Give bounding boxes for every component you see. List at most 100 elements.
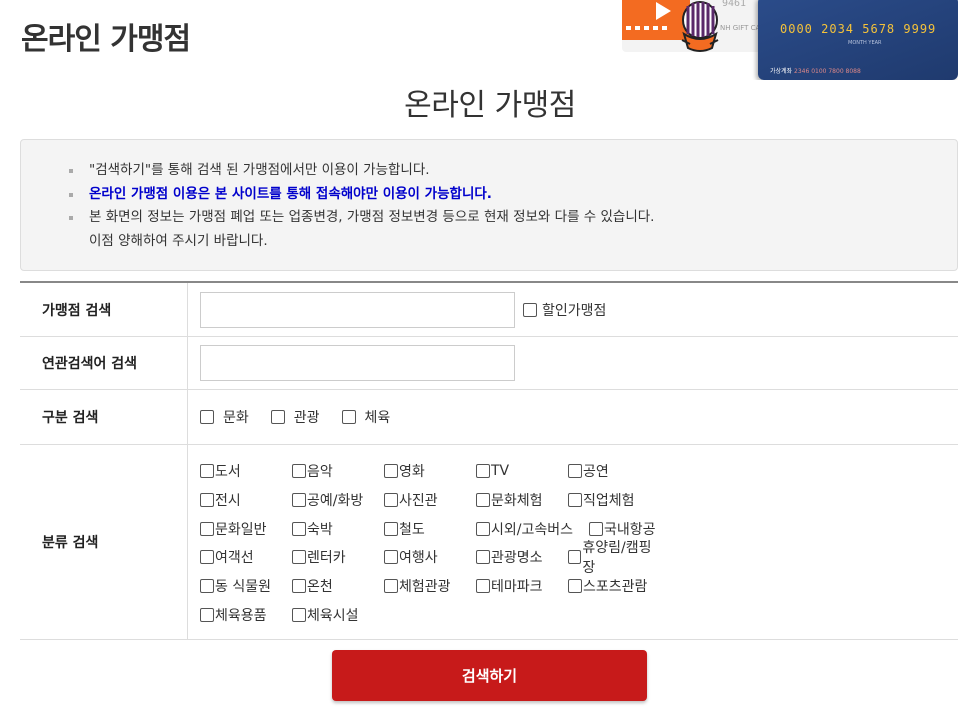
checkbox[interactable]	[200, 550, 214, 565]
category-option-label: 숙박	[307, 521, 333, 538]
category-option[interactable]: 문화일반	[200, 519, 292, 539]
checkbox[interactable]	[200, 521, 214, 536]
category-option[interactable]: 관광명소	[476, 547, 568, 567]
checkbox[interactable]	[200, 464, 214, 478]
category-option[interactable]: 숙박	[292, 519, 384, 539]
category-option[interactable]: 철도	[384, 519, 476, 539]
category-option[interactable]: 체육시설	[292, 605, 384, 625]
category-option-label: 테마파크	[491, 579, 543, 596]
category-option[interactable]: 국내항공	[589, 519, 681, 539]
category-option-label: 도서	[215, 464, 241, 480]
checkbox[interactable]	[292, 464, 306, 478]
checkbox[interactable]	[200, 607, 214, 622]
category-option[interactable]: 공연	[568, 461, 660, 481]
category-option[interactable]: 문화체험	[476, 490, 568, 510]
checkbox[interactable]	[384, 492, 398, 507]
category-option[interactable]: 렌터카	[292, 547, 384, 567]
checkbox[interactable]	[476, 579, 490, 594]
category-option[interactable]: 영화	[384, 461, 476, 481]
store-search-input[interactable]	[200, 291, 515, 328]
notice-box: "검색하기"를 통해 검색 된 가맹점에서만 이용이 가능합니다. 온라인 가맹…	[20, 139, 958, 271]
checkbox[interactable]	[292, 579, 306, 594]
category-option-label: 여객선	[215, 550, 254, 567]
category-option-label: 문화일반	[215, 521, 267, 538]
checkbox[interactable]	[568, 464, 582, 478]
checkbox[interactable]	[270, 410, 285, 424]
checkbox[interactable]	[292, 550, 306, 565]
category-line: 전시 공예/화방 사진관 문화체험 직업체험	[200, 485, 660, 514]
type-option-sports[interactable]: 체육	[341, 407, 390, 427]
checkbox[interactable]	[384, 579, 398, 594]
checkbox[interactable]	[589, 521, 603, 536]
category-option[interactable]: 도서	[200, 461, 292, 481]
checkbox[interactable]	[341, 410, 356, 424]
category-option[interactable]: 테마파크	[476, 576, 568, 596]
category-option-label: 문화체험	[491, 492, 543, 509]
category-option-label: TV	[491, 463, 510, 479]
checkbox[interactable]	[476, 492, 490, 507]
checkbox[interactable]	[568, 492, 582, 507]
notice-line-emphasis: 온라인 가맹점 이용은 본 사이트를 통해 접속해야만 이용이 가능합니다.	[68, 183, 654, 207]
checkbox[interactable]	[476, 464, 490, 478]
category-option-label: 동 식물원	[215, 579, 271, 596]
category-option[interactable]: 시외/고속버스	[476, 519, 589, 539]
notice-line: "검색하기"를 통해 검색 된 가맹점에서만 이용이 가능합니다.	[68, 159, 654, 183]
type-option-tourism[interactable]: 관광	[270, 407, 320, 427]
type-option-culture[interactable]: 문화	[200, 407, 249, 427]
category-option-label: 스포츠관람	[583, 579, 648, 596]
gift-card-label: NH GIFT CA	[720, 24, 761, 32]
category-line: 여객선 렌터카 여행사 관광명소 휴양림/캠핑장	[200, 540, 660, 576]
category-line: 도서 음악 영화 TV 공연	[200, 457, 660, 486]
mascot-icon	[681, 1, 719, 52]
category-option[interactable]: 전시	[200, 490, 292, 510]
category-option[interactable]: 동 식물원	[200, 576, 292, 596]
category-option[interactable]: TV	[476, 463, 568, 479]
category-option[interactable]: 체험관광	[384, 576, 476, 596]
checkbox[interactable]	[292, 492, 306, 507]
category-option[interactable]: 직업체험	[568, 490, 660, 510]
checkbox[interactable]	[523, 302, 537, 317]
category-option[interactable]: 스포츠관람	[568, 576, 660, 596]
search-form: 가맹점 검색 할인가맹점 연관검색어 검색 구분 검색 문화 관광 체육 분류 …	[20, 281, 958, 640]
category-option-label: 렌터카	[307, 550, 346, 567]
category-option[interactable]: 온천	[292, 576, 384, 596]
search-button[interactable]: 검색하기	[332, 650, 647, 701]
checkbox[interactable]	[200, 492, 214, 507]
checkbox[interactable]	[292, 521, 306, 536]
card-bottom-label: 가상계좌	[770, 68, 793, 75]
discount-store-checkbox[interactable]: 할인가맹점	[523, 300, 606, 320]
category-option-label: 사진관	[399, 492, 438, 509]
checkbox[interactable]	[568, 550, 582, 565]
checkbox[interactable]	[384, 521, 398, 536]
header-title: 온라인 가맹점	[21, 22, 191, 57]
category-option-label: 전시	[215, 492, 241, 509]
card-bottom-number: 2346 0100 7800 8088	[794, 68, 861, 75]
checkbox[interactable]	[200, 579, 214, 594]
category-option[interactable]: 여행사	[384, 547, 476, 567]
category-option[interactable]: 사진관	[384, 490, 476, 510]
category-grid: 도서 음악 영화 TV 공연전시 공예/화방 사진관 문화체험 직업체험문화일반 숙박 철도 시외/고…	[188, 445, 958, 639]
credit-card-image: 0000 2034 5678 9999 MONTH YEAR 가상계좌 2346…	[758, 0, 958, 80]
category-option[interactable]: 음악	[292, 461, 384, 481]
category-option[interactable]: 체육용품	[200, 605, 292, 625]
checkbox[interactable]	[568, 579, 582, 594]
related-search-input[interactable]	[200, 345, 515, 381]
category-option[interactable]: 여객선	[200, 547, 292, 567]
checkbox[interactable]	[200, 410, 214, 424]
checkbox[interactable]	[476, 521, 490, 536]
category-option-label: 관광명소	[491, 550, 543, 567]
checkbox[interactable]	[384, 464, 398, 478]
store-search-label: 가맹점 검색	[20, 283, 188, 336]
checkbox[interactable]	[476, 550, 490, 565]
category-option[interactable]: 공예/화방	[292, 490, 384, 510]
checkbox[interactable]	[384, 550, 398, 565]
category-search-row: 분류 검색 도서 음악 영화 TV 공연 전시 공예/화방 사진관 문화체험 직업체험 문화일반 숙박…	[20, 445, 958, 640]
card-small-text: MONTH YEAR	[848, 40, 882, 46]
category-option-label: 국내항공	[604, 521, 656, 538]
category-option-label: 영화	[399, 464, 425, 480]
play-icon	[656, 2, 671, 20]
category-option-label: 음악	[307, 464, 333, 480]
checkbox[interactable]	[292, 607, 306, 622]
related-search-label: 연관검색어 검색	[20, 337, 188, 389]
category-option-label: 온천	[307, 579, 333, 596]
